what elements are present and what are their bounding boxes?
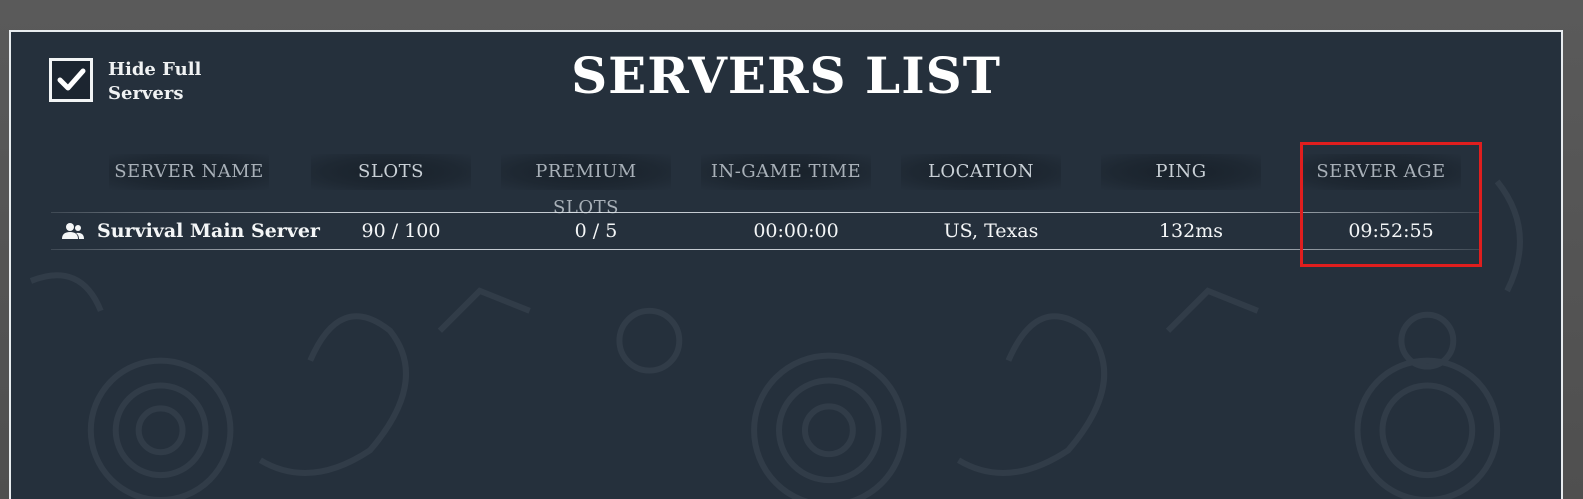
column-header-slots[interactable]: SLOTS (311, 154, 471, 190)
column-header-in-game-time[interactable]: IN-GAME TIME (701, 154, 871, 190)
column-header-server-name[interactable]: SERVER NAME (109, 154, 269, 190)
premium-slots-cell: 0 / 5 (574, 220, 618, 242)
column-header-premium-slots[interactable]: PREMIUM SLOTS (501, 154, 671, 218)
table-header: SERVER NAME SLOTS PREMIUM SLOTS IN-GAME … (11, 154, 1561, 218)
column-header-server-age[interactable]: SERVER AGE (1301, 154, 1461, 190)
page-title: SERVERS LIST (571, 46, 1001, 105)
server-name: Survival Main Server (97, 220, 320, 242)
location-cell: US, Texas (943, 220, 1039, 242)
server-age-cell: 09:52:55 (1348, 220, 1434, 242)
column-header-location[interactable]: LOCATION (901, 154, 1061, 190)
row-divider-bottom (51, 249, 1481, 250)
servers-list-panel: Hide Full Servers SERVERS LIST SERVER NA… (9, 30, 1563, 499)
server-name-cell: Survival Main Server (61, 213, 321, 249)
slots-cell: 90 / 100 (361, 220, 441, 242)
column-header-ping[interactable]: PING (1101, 154, 1261, 190)
users-icon (62, 223, 84, 239)
table-row[interactable]: Survival Main Server 90 / 100 0 / 5 00:0… (51, 213, 1481, 249)
ping-cell: 132ms (1158, 220, 1224, 242)
in-game-time-cell: 00:00:00 (753, 220, 839, 242)
